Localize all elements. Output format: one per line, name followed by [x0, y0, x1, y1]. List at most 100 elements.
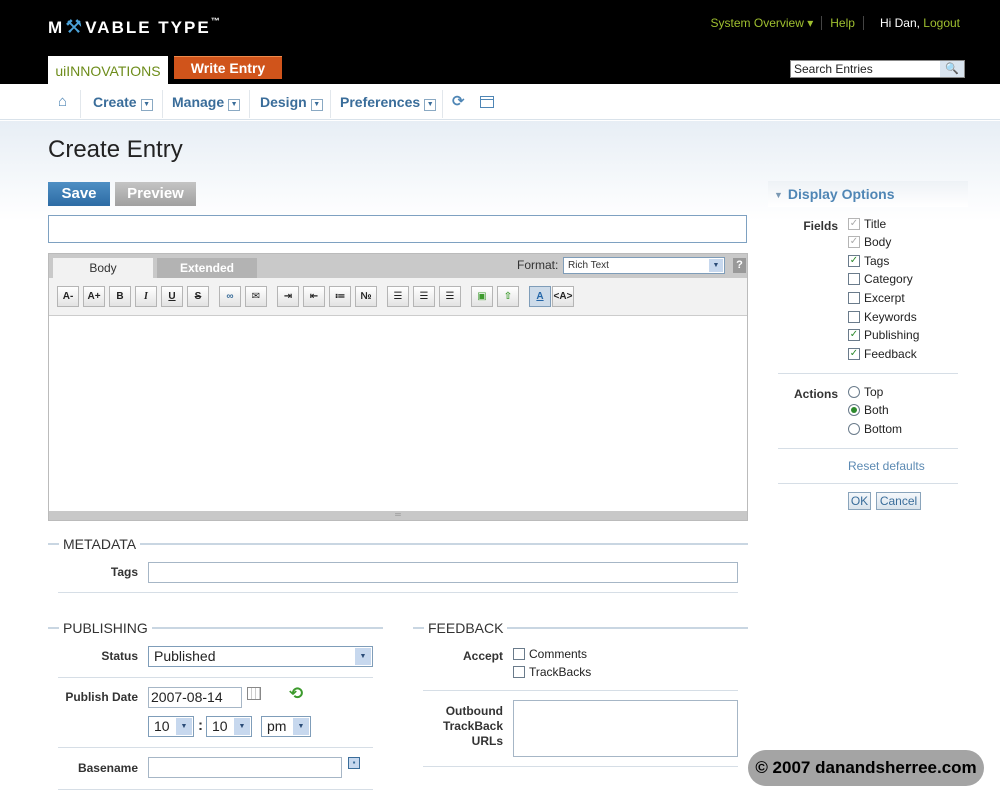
status-select[interactable]: Published ▼: [148, 646, 373, 667]
chevron-down-icon[interactable]: ▼: [293, 718, 309, 735]
field-body-checkbox: ✓: [848, 236, 860, 248]
strikethrough-icon[interactable]: S: [187, 286, 209, 307]
home-icon[interactable]: ⌂: [58, 93, 67, 110]
editor-tabs: Body Extended Format: Rich Text ▼ ?: [49, 254, 747, 278]
publish-date-input[interactable]: 2007-08-14: [148, 687, 242, 708]
ampm-select[interactable]: pm ▼: [261, 716, 311, 737]
refresh-icon[interactable]: ⟳: [452, 92, 465, 110]
email-link-icon[interactable]: ✉: [245, 286, 267, 307]
calendar-icon[interactable]: [247, 687, 261, 700]
greeting: Hi Dan, Logout: [862, 16, 968, 30]
chevron-down-icon[interactable]: ▼: [355, 648, 371, 665]
publishing-divider: [58, 747, 373, 748]
chevron-down-icon[interactable]: ▼: [228, 99, 241, 111]
movable-type-logo[interactable]: M⚒VABLE TYPE™: [48, 16, 222, 39]
options-divider: [778, 448, 958, 449]
top-header: M⚒VABLE TYPE™ System Overview ▾ Help Hi Da…: [0, 0, 1000, 84]
insert-file-icon[interactable]: ⇧: [497, 286, 519, 307]
lock-icon[interactable]: ▪: [348, 757, 360, 769]
options-divider: [778, 483, 958, 484]
display-options-heading[interactable]: ▼ Display Options: [768, 181, 968, 207]
resize-handle[interactable]: ═: [49, 511, 747, 520]
field-feedback-checkbox[interactable]: ✓: [848, 348, 860, 360]
help-link[interactable]: Help: [821, 16, 863, 30]
bulleted-list-icon[interactable]: ≔: [329, 286, 351, 307]
nav-separator: [442, 90, 443, 118]
numbered-list-icon[interactable]: №: [355, 286, 377, 307]
nav-separator: [162, 90, 163, 118]
tab-extended[interactable]: Extended: [157, 258, 257, 278]
chevron-down-icon[interactable]: ▼: [234, 718, 250, 735]
chevron-down-icon[interactable]: ▼: [140, 99, 153, 111]
text-color-icon[interactable]: A: [529, 286, 551, 307]
nav-design[interactable]: Design ▼: [260, 94, 323, 111]
chevron-down-icon[interactable]: ▼: [176, 718, 192, 735]
format-select[interactable]: Rich Text ▼: [563, 257, 725, 274]
basename-input[interactable]: [148, 757, 342, 778]
tab-body[interactable]: Body: [53, 258, 153, 278]
outbound-trackback-textarea[interactable]: [513, 700, 738, 757]
indent-icon[interactable]: ⇥: [277, 286, 299, 307]
logout-link[interactable]: Logout: [923, 16, 960, 30]
align-center-icon[interactable]: ☰: [413, 286, 435, 307]
actions-both-radio[interactable]: [848, 404, 860, 416]
nav-separator: [249, 90, 250, 118]
decrease-font-icon[interactable]: A-: [57, 286, 79, 307]
ok-button[interactable]: OK: [848, 492, 871, 510]
status-label: Status: [101, 649, 138, 663]
actions-bottom-label: Bottom: [864, 422, 903, 436]
comments-checkbox[interactable]: [513, 648, 525, 660]
field-category-label: Category: [864, 272, 913, 286]
italic-icon[interactable]: I: [135, 286, 157, 307]
comments-label: Comments: [529, 647, 588, 661]
field-title-label: Title: [864, 217, 887, 231]
field-category-checkbox[interactable]: [848, 273, 860, 285]
reset-date-icon[interactable]: ⟲: [289, 684, 303, 704]
nav-preferences[interactable]: Preferences ▼: [340, 94, 437, 111]
system-overview-link[interactable]: System Overview ▾: [703, 16, 822, 30]
editor-body[interactable]: [49, 317, 747, 510]
field-feedback-label: Feedback: [864, 347, 917, 361]
html-mode-icon[interactable]: <A>: [552, 286, 574, 307]
bold-icon[interactable]: B: [109, 286, 131, 307]
actions-bottom-radio[interactable]: [848, 423, 860, 435]
field-publishing-checkbox[interactable]: ✓: [848, 329, 860, 341]
insert-image-icon[interactable]: ▣: [471, 286, 493, 307]
align-left-icon[interactable]: ☰: [387, 286, 409, 307]
nav-manage[interactable]: Manage ▼: [172, 94, 241, 111]
entry-title-input[interactable]: [48, 215, 747, 243]
hour-select[interactable]: 10 ▼: [148, 716, 194, 737]
field-title-checkbox: ✓: [848, 218, 860, 230]
underline-icon[interactable]: U: [161, 286, 183, 307]
cancel-button[interactable]: Cancel: [876, 492, 921, 510]
preview-button[interactable]: Preview: [115, 182, 196, 206]
wrench-icon: ⚒: [65, 17, 85, 38]
trackbacks-checkbox[interactable]: [513, 666, 525, 678]
search-input[interactable]: [791, 61, 941, 77]
view-site-icon[interactable]: [480, 96, 494, 108]
minute-select[interactable]: 10 ▼: [206, 716, 252, 737]
search-icon[interactable]: 🔍: [940, 61, 964, 77]
nav-create[interactable]: Create ▼: [93, 94, 153, 111]
chevron-down-icon[interactable]: ▼: [310, 99, 323, 111]
link-icon[interactable]: ∞: [219, 286, 241, 307]
increase-font-icon[interactable]: A+: [83, 286, 105, 307]
blog-tab[interactable]: uiINNOVATIONS: [48, 56, 168, 84]
outdent-icon[interactable]: ⇤: [303, 286, 325, 307]
field-excerpt-label: Excerpt: [864, 291, 905, 305]
actions-label: Actions: [793, 387, 838, 401]
align-right-icon[interactable]: ☰: [439, 286, 461, 307]
actions-top-radio[interactable]: [848, 386, 860, 398]
field-tags-checkbox[interactable]: ✓: [848, 255, 860, 267]
field-keywords-checkbox[interactable]: [848, 311, 860, 323]
save-button[interactable]: Save: [48, 182, 110, 206]
chevron-down-icon[interactable]: ▼: [709, 259, 723, 272]
page-title: Create Entry: [48, 136, 183, 163]
help-icon[interactable]: ?: [733, 258, 746, 273]
tags-input[interactable]: [148, 562, 738, 583]
tags-label: Tags: [110, 565, 138, 579]
reset-defaults-link[interactable]: Reset defaults: [848, 459, 925, 473]
field-excerpt-checkbox[interactable]: [848, 292, 860, 304]
chevron-down-icon[interactable]: ▼: [424, 99, 437, 111]
write-entry-button[interactable]: Write Entry: [174, 56, 282, 79]
